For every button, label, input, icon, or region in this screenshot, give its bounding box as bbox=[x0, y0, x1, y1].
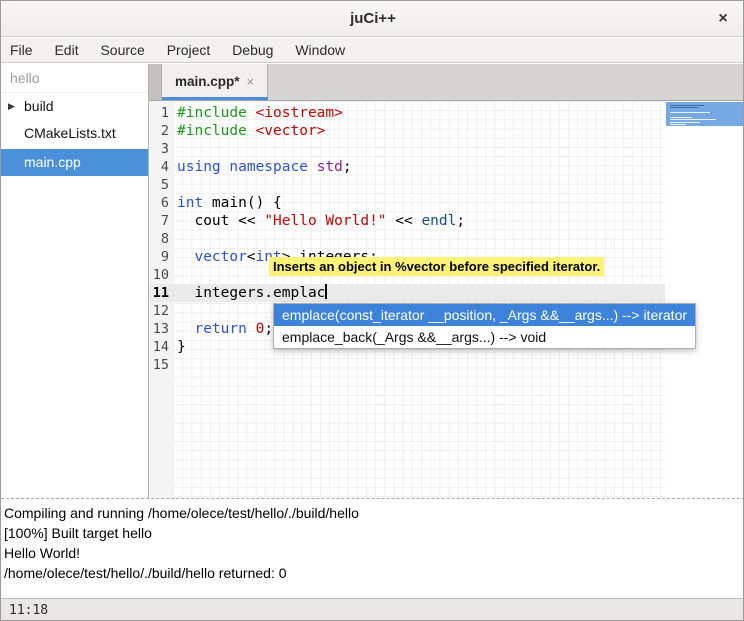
file-tree-panel: hello ▶ build CMakeLists.txt main.cpp bbox=[1, 64, 149, 498]
completion-popup: emplace(const_iterator __position, _Args… bbox=[273, 303, 696, 349]
code-line[interactable]: 1 #include <iostream> bbox=[149, 104, 665, 122]
menu-file[interactable]: File bbox=[1, 38, 42, 63]
output-line: Hello World! bbox=[4, 543, 742, 563]
tree-item-label: main.cpp bbox=[24, 154, 81, 170]
project-name: hello bbox=[1, 64, 148, 93]
code-line[interactable]: 11 integers.emplac bbox=[149, 284, 665, 302]
tree-item-maincpp[interactable]: main.cpp bbox=[1, 149, 148, 176]
tree-item-cmakelists[interactable]: CMakeLists.txt bbox=[1, 120, 148, 147]
line-number: 8 bbox=[149, 230, 169, 248]
output-panel[interactable]: Compiling and running /home/olece/test/h… bbox=[1, 498, 744, 598]
juci-window: juCi++ × File Edit Source Project Debug … bbox=[0, 0, 744, 621]
minimap-code-line bbox=[670, 119, 716, 120]
active-tab-indicator bbox=[162, 97, 268, 100]
line-number: 15 bbox=[149, 356, 169, 374]
tab-label: main.cpp* bbox=[175, 74, 240, 89]
tab-maincpp[interactable]: main.cpp* × bbox=[162, 64, 268, 100]
completion-item-emplace-back[interactable]: emplace_back(_Args &&__args...) --> void bbox=[274, 326, 695, 348]
minimap-code-line bbox=[670, 124, 686, 125]
title-bar[interactable]: juCi++ × bbox=[1, 1, 744, 37]
line-number: 12 bbox=[149, 302, 169, 320]
line-number: 14 bbox=[149, 338, 169, 356]
code-text: return 0; bbox=[177, 320, 273, 338]
code-line[interactable]: 4 using namespace std; bbox=[149, 158, 665, 176]
code-text: int main() { bbox=[177, 194, 282, 212]
code-text: using namespace std; bbox=[177, 158, 352, 176]
line-number: 4 bbox=[149, 158, 169, 176]
completion-item-emplace[interactable]: emplace(const_iterator __position, _Args… bbox=[274, 304, 695, 326]
menu-window[interactable]: Window bbox=[286, 38, 354, 63]
code-text: } bbox=[177, 338, 186, 356]
menu-edit[interactable]: Edit bbox=[45, 38, 87, 63]
code-line[interactable]: 15 bbox=[149, 356, 665, 374]
output-line: Compiling and running /home/olece/test/h… bbox=[4, 503, 742, 523]
line-number: 5 bbox=[149, 176, 169, 194]
minimap-thumb[interactable] bbox=[666, 102, 744, 126]
output-line: [100%] Built target hello bbox=[4, 523, 742, 543]
code-text: #include <vector> bbox=[177, 122, 325, 140]
line-number: 10 bbox=[149, 266, 169, 284]
code-line[interactable]: 3 bbox=[149, 140, 665, 158]
code-line[interactable]: 2 #include <vector> bbox=[149, 122, 665, 140]
status-bar: 11:18 bbox=[1, 598, 744, 621]
code-line[interactable]: 8 bbox=[149, 230, 665, 248]
code-text: integers.emplac bbox=[177, 284, 327, 302]
code-line[interactable]: 7 cout << "Hello World!" << endl; bbox=[149, 212, 665, 230]
menu-debug[interactable]: Debug bbox=[223, 38, 282, 63]
menu-project[interactable]: Project bbox=[158, 38, 220, 63]
minimap-code-line bbox=[670, 105, 704, 106]
line-number: 1 bbox=[149, 104, 169, 122]
doc-tooltip: Inserts an object in %vector before spec… bbox=[269, 257, 604, 276]
tab-close-icon[interactable]: × bbox=[246, 74, 254, 89]
output-line: /home/olece/test/hello/./build/hello ret… bbox=[4, 563, 742, 583]
tabbar-edge bbox=[149, 64, 162, 100]
code-text: cout << "Hello World!" << endl; bbox=[177, 212, 465, 230]
minimap-code-line bbox=[670, 117, 692, 118]
cursor-position: 11:18 bbox=[9, 603, 48, 618]
code-text: #include <iostream> bbox=[177, 104, 343, 122]
code-line[interactable]: 6 int main() { bbox=[149, 194, 665, 212]
close-icon[interactable]: × bbox=[707, 1, 739, 37]
line-number: 7 bbox=[149, 212, 169, 230]
minimap-code-line bbox=[670, 112, 710, 113]
tree-item-build[interactable]: ▶ build bbox=[1, 93, 148, 120]
minimap[interactable] bbox=[665, 101, 744, 498]
menu-bar: File Edit Source Project Debug Window bbox=[1, 38, 744, 63]
minimap-code-line bbox=[670, 107, 698, 108]
line-number: 2 bbox=[149, 122, 169, 140]
code-line[interactable]: 5 bbox=[149, 176, 665, 194]
line-number: 3 bbox=[149, 140, 169, 158]
window-title: juCi++ bbox=[1, 1, 744, 37]
tree-item-label: build bbox=[24, 98, 54, 114]
menu-source[interactable]: Source bbox=[91, 38, 153, 63]
minimap-code-line bbox=[670, 122, 700, 123]
line-number: 13 bbox=[149, 320, 169, 338]
line-number: 11 bbox=[149, 284, 169, 302]
tree-item-label: CMakeLists.txt bbox=[24, 125, 116, 141]
code-editor[interactable]: 1 #include <iostream> 2 #include <vector> 34… bbox=[149, 101, 744, 498]
tab-bar: main.cpp* × bbox=[149, 64, 744, 101]
text-cursor bbox=[325, 284, 327, 299]
line-number: 9 bbox=[149, 248, 169, 266]
line-number: 6 bbox=[149, 194, 169, 212]
expand-caret-icon[interactable]: ▶ bbox=[8, 93, 15, 120]
